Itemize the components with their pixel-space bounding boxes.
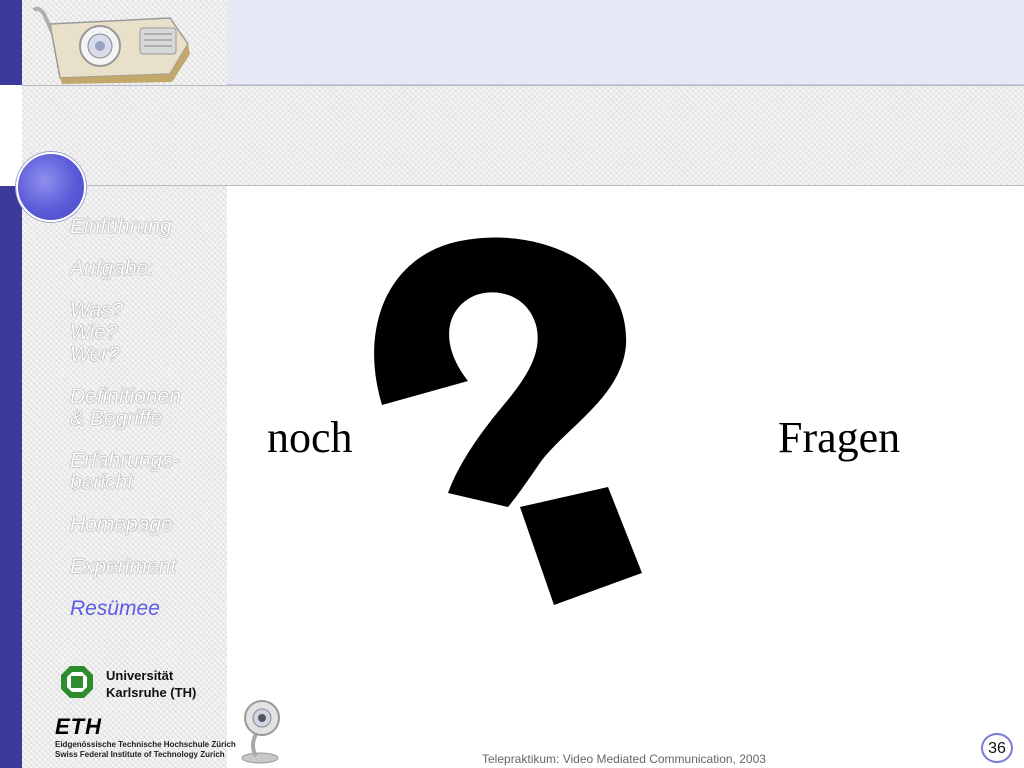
sidebar-nav: Einführung Aufgabe: Was? Wie? Wer? Defin… <box>70 216 220 640</box>
sidebar-item-homepage[interactable]: Homepage <box>70 514 220 536</box>
word-noch: noch <box>267 413 353 462</box>
sidebar-item-was-wie-wer[interactable]: Was? Wie? Wer? <box>70 300 220 366</box>
sidebar-item-experiment[interactable]: Experiment <box>70 556 220 578</box>
decorative-circle <box>16 152 86 222</box>
webcam-icon <box>241 700 280 764</box>
page-number-badge: 36 <box>981 733 1013 763</box>
university-logo: Universität Karlsruhe (TH) <box>60 665 220 705</box>
eth-name-english: Swiss Federal Institute of Technology Zu… <box>55 750 225 759</box>
university-emblem-icon <box>61 666 93 698</box>
header-strip <box>227 0 1024 85</box>
title-band <box>0 85 1024 186</box>
sidebar-item-erfahrungsbericht[interactable]: Erfahrungs- bericht <box>70 450 220 494</box>
projector-icon <box>32 6 190 84</box>
university-name: Universität Karlsruhe (TH) <box>106 668 197 700</box>
sidebar-item-aufgabe[interactable]: Aufgabe: <box>70 258 220 280</box>
eth-name-german: Eidgenössische Technische Hochschule Zür… <box>55 740 236 749</box>
sidebar-item-einfuehrung[interactable]: Einführung <box>70 216 220 238</box>
eth-wordmark: ETH <box>55 714 102 739</box>
word-fragen: Fragen <box>778 413 901 462</box>
sidebar-item-resuemee[interactable]: Resümee <box>70 598 220 620</box>
footer-caption: Telepraktikum: Video Mediated Communicat… <box>482 752 766 766</box>
question-mark-graphic <box>374 237 642 605</box>
sidebar-item-definitionen[interactable]: Definitionen & Begriffe <box>70 386 220 430</box>
eth-logo: ETH Eidgenössische Technische Hochschule… <box>55 714 236 768</box>
